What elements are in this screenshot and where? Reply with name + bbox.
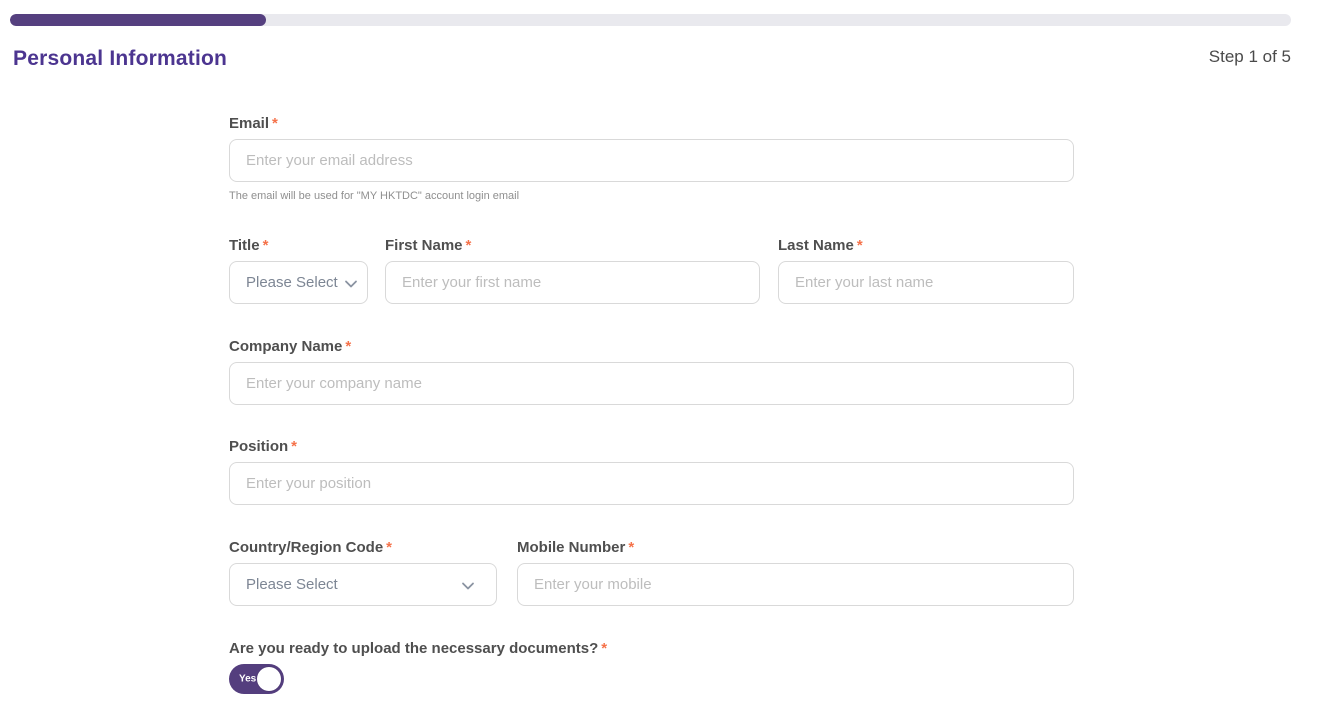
title-select[interactable]: Please Select: [229, 261, 368, 304]
required-asterisk: *: [465, 237, 472, 254]
page-title: Personal Information: [13, 47, 228, 70]
step-indicator: Step 1 of 5: [1208, 47, 1291, 66]
company-name-label-text: Company Name: [229, 338, 343, 355]
first-name-field-group: First Name *: [385, 237, 760, 304]
position-label-text: Position: [229, 438, 289, 455]
email-helper-text: The email will be used for "MY HKTDC" ac…: [229, 190, 520, 202]
company-name-field[interactable]: [229, 362, 1074, 405]
required-asterisk: *: [272, 115, 278, 132]
email-field-group: Email* The email will be used for "MY HK…: [229, 115, 1074, 202]
required-asterisk: *: [386, 539, 393, 556]
title-select-value: Please Select: [246, 274, 338, 291]
toggle-state-label: Yes: [239, 673, 257, 685]
company-name-field-group: Company Name *: [229, 338, 1074, 405]
toggle-knob: [257, 667, 281, 691]
required-asterisk: *: [601, 640, 608, 657]
title-label: Title *: [229, 237, 368, 254]
country-code-label-text: Country/Region Code: [229, 539, 384, 556]
chevron-down-icon: [343, 276, 359, 292]
first-name-label-text: First Name: [385, 237, 463, 254]
name-row: Title* Please Select First Name* Last Na…: [229, 237, 1074, 304]
required-asterisk: *: [628, 539, 635, 556]
title-field-group: Title * Please Select: [229, 237, 368, 304]
required-asterisk: *: [291, 438, 298, 455]
progress-bar: [10, 14, 1291, 26]
mobile-field[interactable]: [517, 563, 1074, 606]
title-label-text: Title: [229, 237, 260, 254]
phone-row: Country/Region Code * Please Select Mobil…: [229, 539, 1074, 606]
progress-fill: [10, 14, 267, 26]
country-code-label: Country/Region Code *: [229, 539, 497, 556]
last-name-field[interactable]: [778, 261, 1074, 304]
position-label: Position *: [229, 438, 1074, 455]
chevron-down-icon: [460, 578, 476, 594]
required-asterisk: *: [345, 338, 352, 355]
last-name-label-text: Last Name: [778, 237, 854, 254]
required-asterisk: *: [262, 237, 269, 254]
upload-question-label-text: Are you ready to upload the necessary do…: [229, 640, 599, 657]
company-name-label: Company Name *: [229, 338, 1074, 355]
upload-question-group: Are you ready to upload the necessary do…: [229, 640, 1074, 694]
last-name-label: Last Name *: [778, 237, 1074, 254]
email-label-text: Email: [229, 115, 270, 132]
country-code-select[interactable]: Please Select: [229, 563, 497, 606]
position-field[interactable]: [229, 462, 1074, 505]
first-name-field[interactable]: [385, 261, 760, 304]
last-name-field-group: Last Name *: [778, 237, 1074, 304]
email-label: Email *: [229, 115, 1074, 132]
first-name-label: First Name *: [385, 237, 760, 254]
position-field-group: Position *: [229, 438, 1074, 505]
required-asterisk: *: [856, 237, 863, 254]
upload-documents-toggle[interactable]: Yes: [229, 664, 284, 694]
email-field[interactable]: [229, 139, 1074, 182]
upload-question-label: Are you ready to upload the necessary do…: [229, 640, 1074, 657]
country-code-field-group: Country/Region Code * Please Select: [229, 539, 497, 606]
mobile-field-group: Mobile Number *: [517, 539, 1074, 606]
mobile-label-text: Mobile Number: [517, 539, 626, 556]
country-code-select-value: Please Select: [246, 576, 338, 593]
mobile-label: Mobile Number *: [517, 539, 1074, 556]
